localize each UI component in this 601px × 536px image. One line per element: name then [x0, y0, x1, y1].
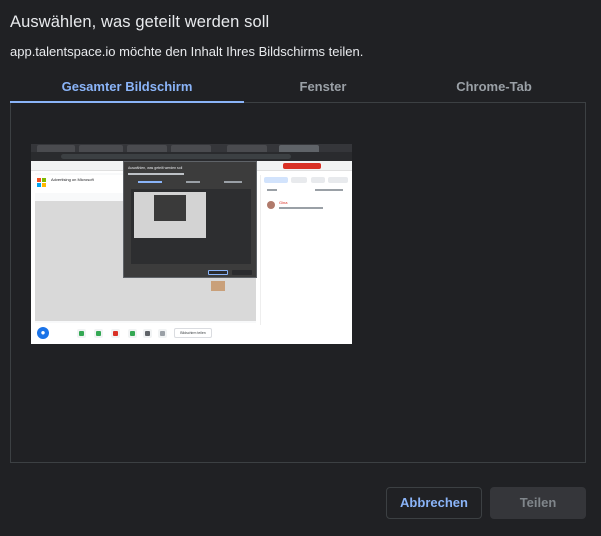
tab-window[interactable]: Fenster — [244, 73, 402, 102]
tab-entire-screen[interactable]: Gesamter Bildschirm — [10, 73, 244, 103]
preview-avatar — [267, 201, 275, 209]
microsoft-logo-icon — [37, 178, 47, 188]
accessibility-icon: ● — [37, 327, 49, 339]
preview-tab-bar — [31, 144, 352, 152]
preview-grid-icon — [158, 329, 167, 338]
preview-omnibox — [61, 154, 291, 159]
preview-mic-icon — [77, 329, 86, 338]
screen-list-pane: Advertising on Microsoft Gina ● Bildschi… — [10, 103, 586, 463]
preview-end-icon — [111, 329, 120, 338]
screen-thumbnail[interactable]: Advertising on Microsoft Gina ● Bildschi… — [31, 144, 352, 344]
preview-image-block — [211, 281, 225, 291]
preview-sidebar-name: Gina — [279, 200, 288, 205]
dialog-title: Auswählen, was geteilt werden soll — [10, 13, 270, 31]
preview-nested-thumbnail — [134, 192, 206, 238]
preview-settings-icon — [143, 329, 152, 338]
preview-share-icon — [128, 329, 137, 338]
preview-bottom-button: Bildschirm teilen — [174, 328, 212, 338]
preview-camera-icon — [94, 329, 103, 338]
preview-heading-text: Advertising on Microsoft — [51, 177, 94, 182]
tab-chrome-tab[interactable]: Chrome-Tab — [402, 73, 586, 102]
preview-record-button — [283, 163, 321, 169]
cancel-button[interactable]: Abbrechen — [386, 487, 482, 519]
share-source-tabs: Gesamter Bildschirm Fenster Chrome-Tab — [10, 73, 586, 103]
preview-dialog-title: Auswählen, was geteilt werden soll — [128, 166, 183, 170]
dialog-subtitle: app.talentspace.io möchte den Inhalt Ihr… — [10, 44, 364, 59]
preview-sidebar: Gina — [260, 175, 350, 325]
share-button[interactable]: Teilen — [490, 487, 586, 519]
preview-share-dialog: Auswählen, was geteilt werden soll — [123, 161, 257, 278]
